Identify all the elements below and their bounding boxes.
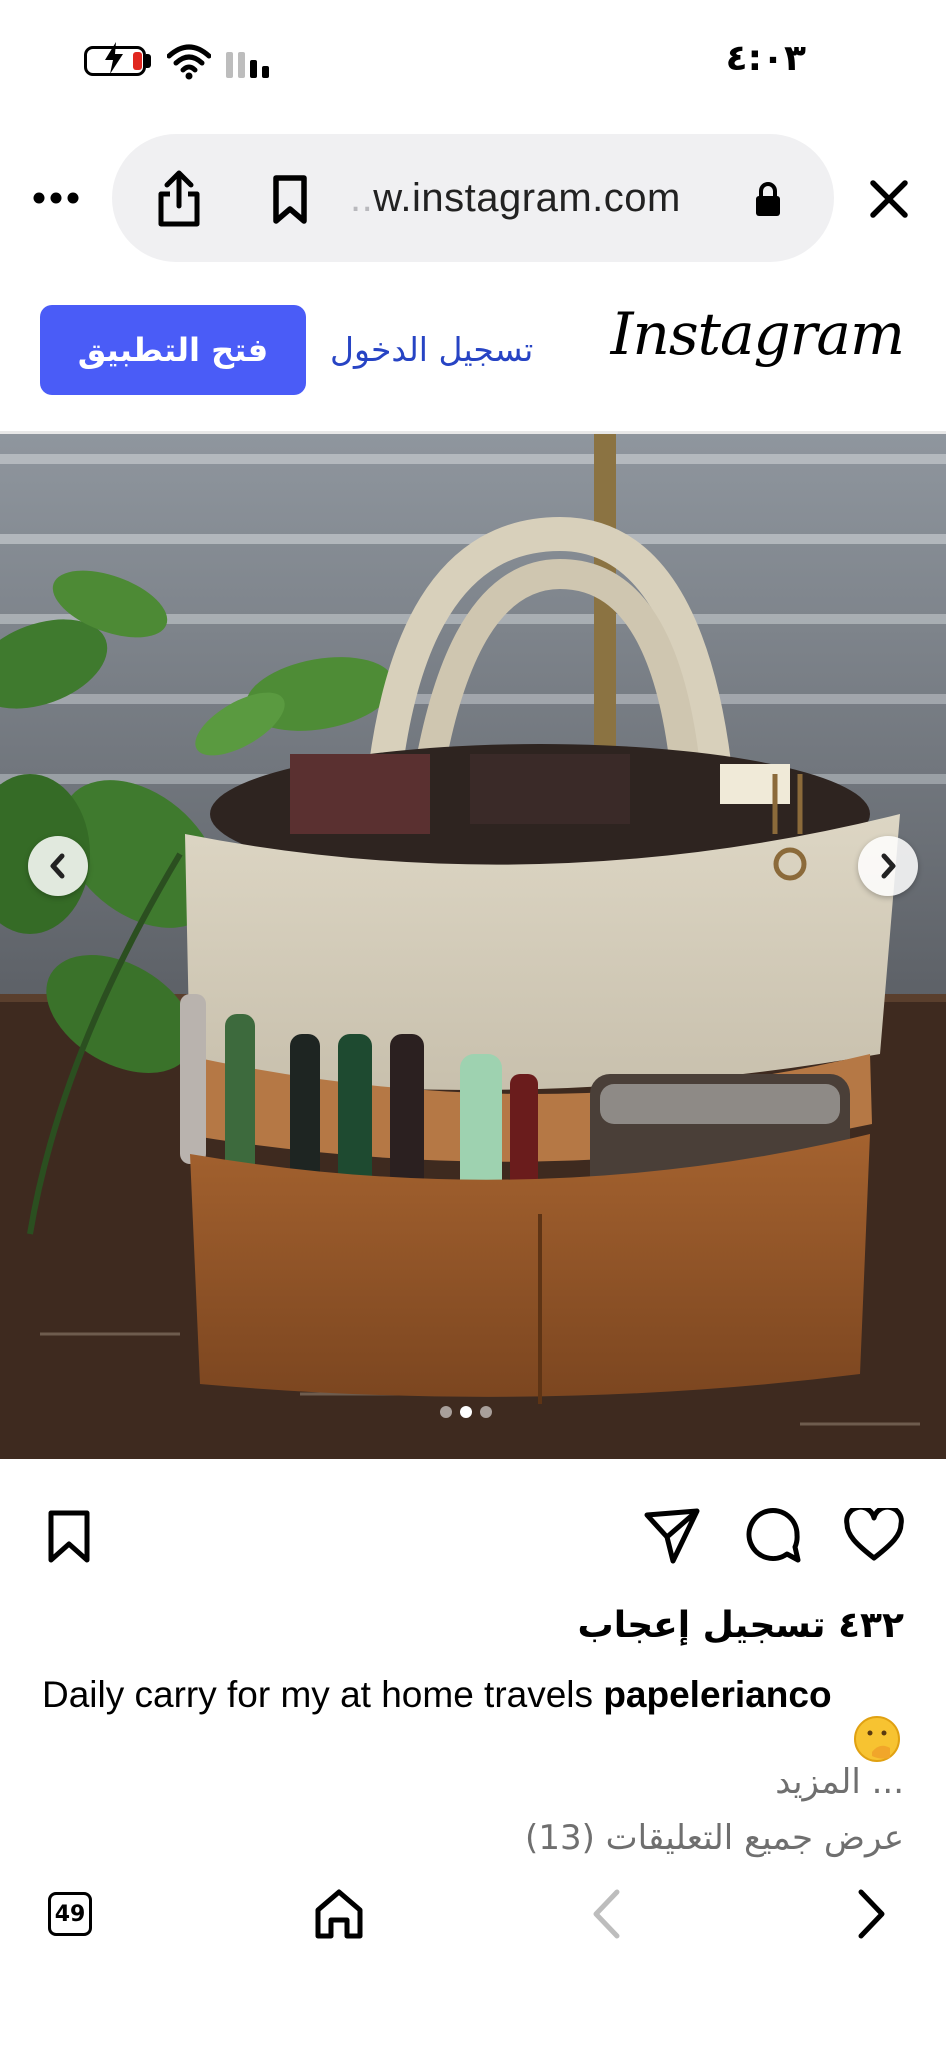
bookmark-icon[interactable] — [268, 172, 312, 228]
caption-text: Daily carry for my at home travels — [42, 1674, 594, 1715]
instagram-logo[interactable]: Instagram — [611, 300, 905, 368]
close-icon[interactable] — [866, 176, 912, 222]
back-arrow-icon[interactable] — [586, 1886, 626, 1942]
forward-arrow-icon[interactable] — [852, 1886, 892, 1942]
post-caption: Daily carry for my at home travels papel… — [42, 1674, 832, 1716]
face-with-hand-emoji-icon — [854, 1716, 900, 1762]
status-time: ٤:٠٣ — [725, 38, 806, 79]
username-link[interactable]: papelerianco — [603, 1674, 831, 1715]
login-link[interactable]: تسجيل الدخول — [330, 330, 533, 369]
carousel-prev-button[interactable] — [28, 836, 88, 896]
signal-icon — [226, 48, 269, 78]
caption-more-link[interactable]: المزيد ... — [775, 1762, 904, 1802]
post-image[interactable] — [0, 434, 946, 1459]
charging-bolt-icon — [103, 42, 125, 80]
carousel-dot — [480, 1406, 492, 1418]
more-dots-icon[interactable] — [28, 178, 84, 218]
url-text[interactable]: ..w.instagram.com — [350, 176, 681, 221]
lock-icon — [752, 178, 784, 220]
save-icon[interactable] — [44, 1508, 94, 1566]
wifi-icon — [166, 44, 212, 84]
share-post-icon[interactable] — [642, 1506, 702, 1566]
tabs-button[interactable]: 49 — [48, 1892, 92, 1936]
carousel-next-button[interactable] — [858, 836, 918, 896]
view-comments-link[interactable]: عرض جميع التعليقات (13) — [525, 1818, 904, 1858]
battery-nub — [146, 54, 151, 68]
home-icon[interactable] — [312, 1886, 366, 1942]
comment-icon[interactable] — [742, 1504, 804, 1566]
carousel-dot — [440, 1406, 452, 1418]
like-icon[interactable] — [842, 1506, 906, 1564]
battery-level — [133, 52, 142, 70]
carousel-indicator — [440, 1406, 492, 1418]
open-app-button[interactable]: فتح التطبيق — [40, 305, 306, 395]
share-icon[interactable] — [152, 168, 206, 230]
carousel-dot-active — [460, 1406, 472, 1418]
likes-count[interactable]: ٤٣٢ تسجيل إعجاب — [578, 1605, 904, 1646]
